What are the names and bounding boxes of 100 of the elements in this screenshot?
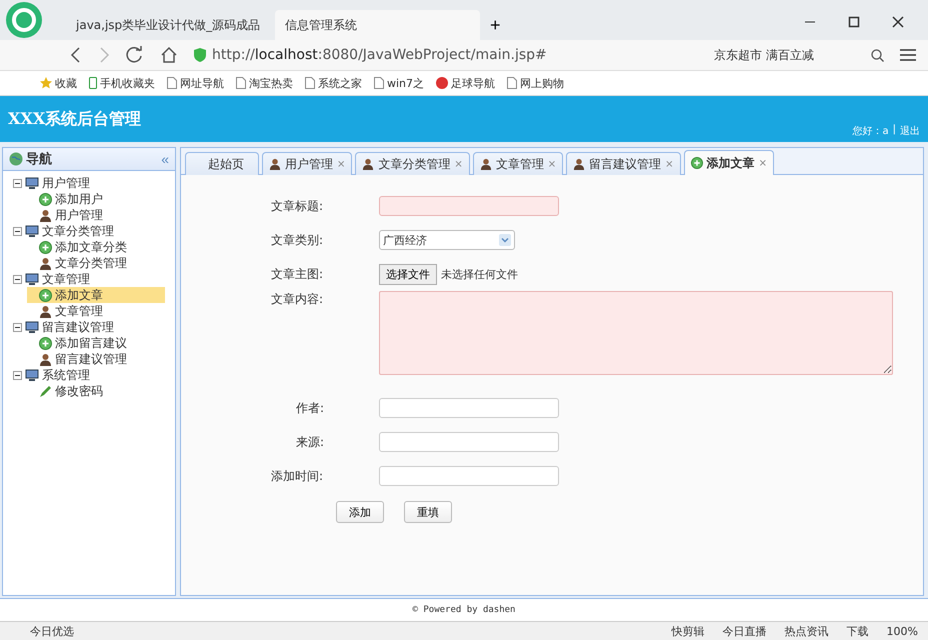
bookmark-link[interactable]: 网址导航 [167, 76, 224, 90]
page-tab[interactable]: 文章分类管理 × [355, 152, 470, 175]
bookmark-link[interactable]: 网上购物 [507, 76, 564, 90]
monitor-icon [25, 224, 39, 238]
tree-item[interactable]: 留言建议管理 [27, 351, 165, 367]
tree-item[interactable]: 文章分类管理 [27, 255, 165, 271]
field-label: 来源: [294, 434, 325, 450]
bookmark-link[interactable]: 淘宝热卖 [236, 76, 293, 90]
browser-tab[interactable]: java,jsp类毕业设计代做_源码成品 [66, 10, 271, 40]
page-icon [167, 77, 177, 89]
page-tab[interactable]: 起始页 [185, 152, 259, 175]
plus-circle-icon [39, 336, 52, 350]
page-tab[interactable]: 添加文章 × [684, 150, 774, 175]
status-link[interactable]: 今日直播 [722, 624, 767, 638]
field-label: 文章内容: [270, 291, 324, 308]
user-icon [362, 158, 374, 170]
user-icon [573, 158, 586, 170]
tree-folder[interactable]: 文章分类管理 [13, 223, 175, 239]
zoom-level[interactable]: 100% [886, 624, 918, 638]
refresh-icon[interactable] [126, 46, 144, 64]
field-label: 文章标题: [270, 198, 324, 214]
plus-circle-icon [690, 157, 703, 169]
footer-text: © Powered by dashen [412, 605, 516, 615]
search-field[interactable]: 京东超市 满百立减 [706, 46, 884, 64]
choose-file-button[interactable]: 选择文件 [379, 264, 437, 284]
star-icon [40, 77, 52, 89]
tree-folder[interactable]: 文章管理 [13, 271, 175, 287]
tree-folder[interactable]: 留言建议管理 [13, 319, 175, 335]
expander-icon[interactable] [13, 322, 22, 332]
close-icon[interactable] [892, 16, 904, 28]
ball-icon [436, 77, 448, 89]
text-input[interactable] [379, 466, 559, 486]
text-input[interactable] [379, 432, 559, 452]
bookmark-link[interactable]: 收藏 [40, 76, 77, 90]
page-tab[interactable]: 留言建议管理 × [566, 152, 681, 175]
file-status: 未选择任何文件 [441, 266, 518, 282]
user-icon [39, 256, 52, 270]
home-icon[interactable] [160, 46, 178, 64]
pencil-icon [39, 384, 52, 398]
field-label: 文章主图: [270, 266, 324, 282]
tree-item[interactable]: 添加文章 [27, 287, 165, 303]
shield-icon [194, 48, 206, 62]
menu-icon[interactable] [900, 48, 916, 62]
separator-text: | [892, 124, 896, 137]
plus-circle-icon [39, 192, 52, 206]
greeting-text: 您好：a [852, 125, 889, 138]
phone-icon [89, 77, 97, 89]
page-tab[interactable]: 文章管理 × [472, 152, 564, 175]
status-link[interactable]: 下载 [846, 624, 869, 638]
tree-item[interactable]: 用户管理 [27, 207, 165, 223]
page-icon [236, 77, 246, 89]
nav-title: 导航 [26, 150, 52, 168]
page-tab[interactable]: 用户管理 × [262, 152, 352, 175]
bookmark-link[interactable]: win7之 [374, 76, 424, 90]
user-icon [39, 208, 52, 222]
tree-folder[interactable]: 用户管理 [13, 175, 175, 191]
text-input[interactable] [379, 398, 559, 418]
tree-item[interactable]: 文章管理 [27, 303, 165, 319]
expander-icon[interactable] [13, 274, 22, 284]
plus-circle-icon [39, 240, 52, 254]
search-icon [871, 48, 884, 62]
tree-item[interactable]: 添加文章分类 [27, 239, 165, 255]
expander-icon[interactable] [13, 370, 22, 380]
plus-circle-icon [39, 288, 52, 302]
monitor-icon [25, 320, 39, 334]
new-tab-button[interactable]: + [484, 10, 507, 40]
app-title: XXX系统后台管理 [8, 108, 142, 130]
form-button[interactable]: 添加 [336, 501, 384, 523]
bookmark-link[interactable]: 足球导航 [436, 76, 496, 90]
back-icon[interactable] [70, 47, 82, 63]
expander-icon[interactable] [13, 226, 22, 236]
user-icon [269, 158, 281, 170]
category-select[interactable]: 广西经济 [379, 230, 515, 250]
user-icon [480, 158, 492, 170]
expander-icon[interactable] [13, 178, 22, 188]
bookmark-link[interactable]: 系统之家 [305, 76, 362, 90]
field-label: 文章类别: [270, 232, 324, 248]
status-link[interactable]: 热点资讯 [784, 624, 829, 638]
form-button[interactable]: 重填 [404, 501, 452, 523]
monitor-icon [25, 368, 39, 382]
text-input[interactable] [379, 196, 559, 216]
bookmark-link[interactable]: 手机收藏夹 [89, 76, 155, 90]
tree-item[interactable]: 添加留言建议 [27, 335, 165, 351]
page-icon [507, 77, 518, 89]
user-icon [39, 352, 52, 366]
tree-item[interactable]: 修改密码 [27, 383, 165, 399]
tree-folder[interactable]: 系统管理 [13, 367, 175, 383]
status-link[interactable]: 快剪辑 [672, 624, 705, 638]
browser-logo-icon[interactable] [6, 2, 42, 38]
browser-tab[interactable]: 信息管理系统 [275, 10, 480, 40]
status-link[interactable]: 今日优选 [30, 624, 74, 638]
user-icon [39, 304, 52, 318]
monitor-icon [25, 272, 39, 286]
address-field[interactable]: http://localhost:8080/JavaWebProject/main.jsp# [194, 47, 690, 63]
maximize-icon[interactable] [848, 16, 860, 28]
monitor-icon [25, 176, 39, 190]
field-label: 作者: [294, 400, 325, 416]
page-icon [374, 77, 384, 89]
tree-item[interactable]: 添加用户 [27, 191, 165, 207]
page-icon [305, 77, 315, 89]
